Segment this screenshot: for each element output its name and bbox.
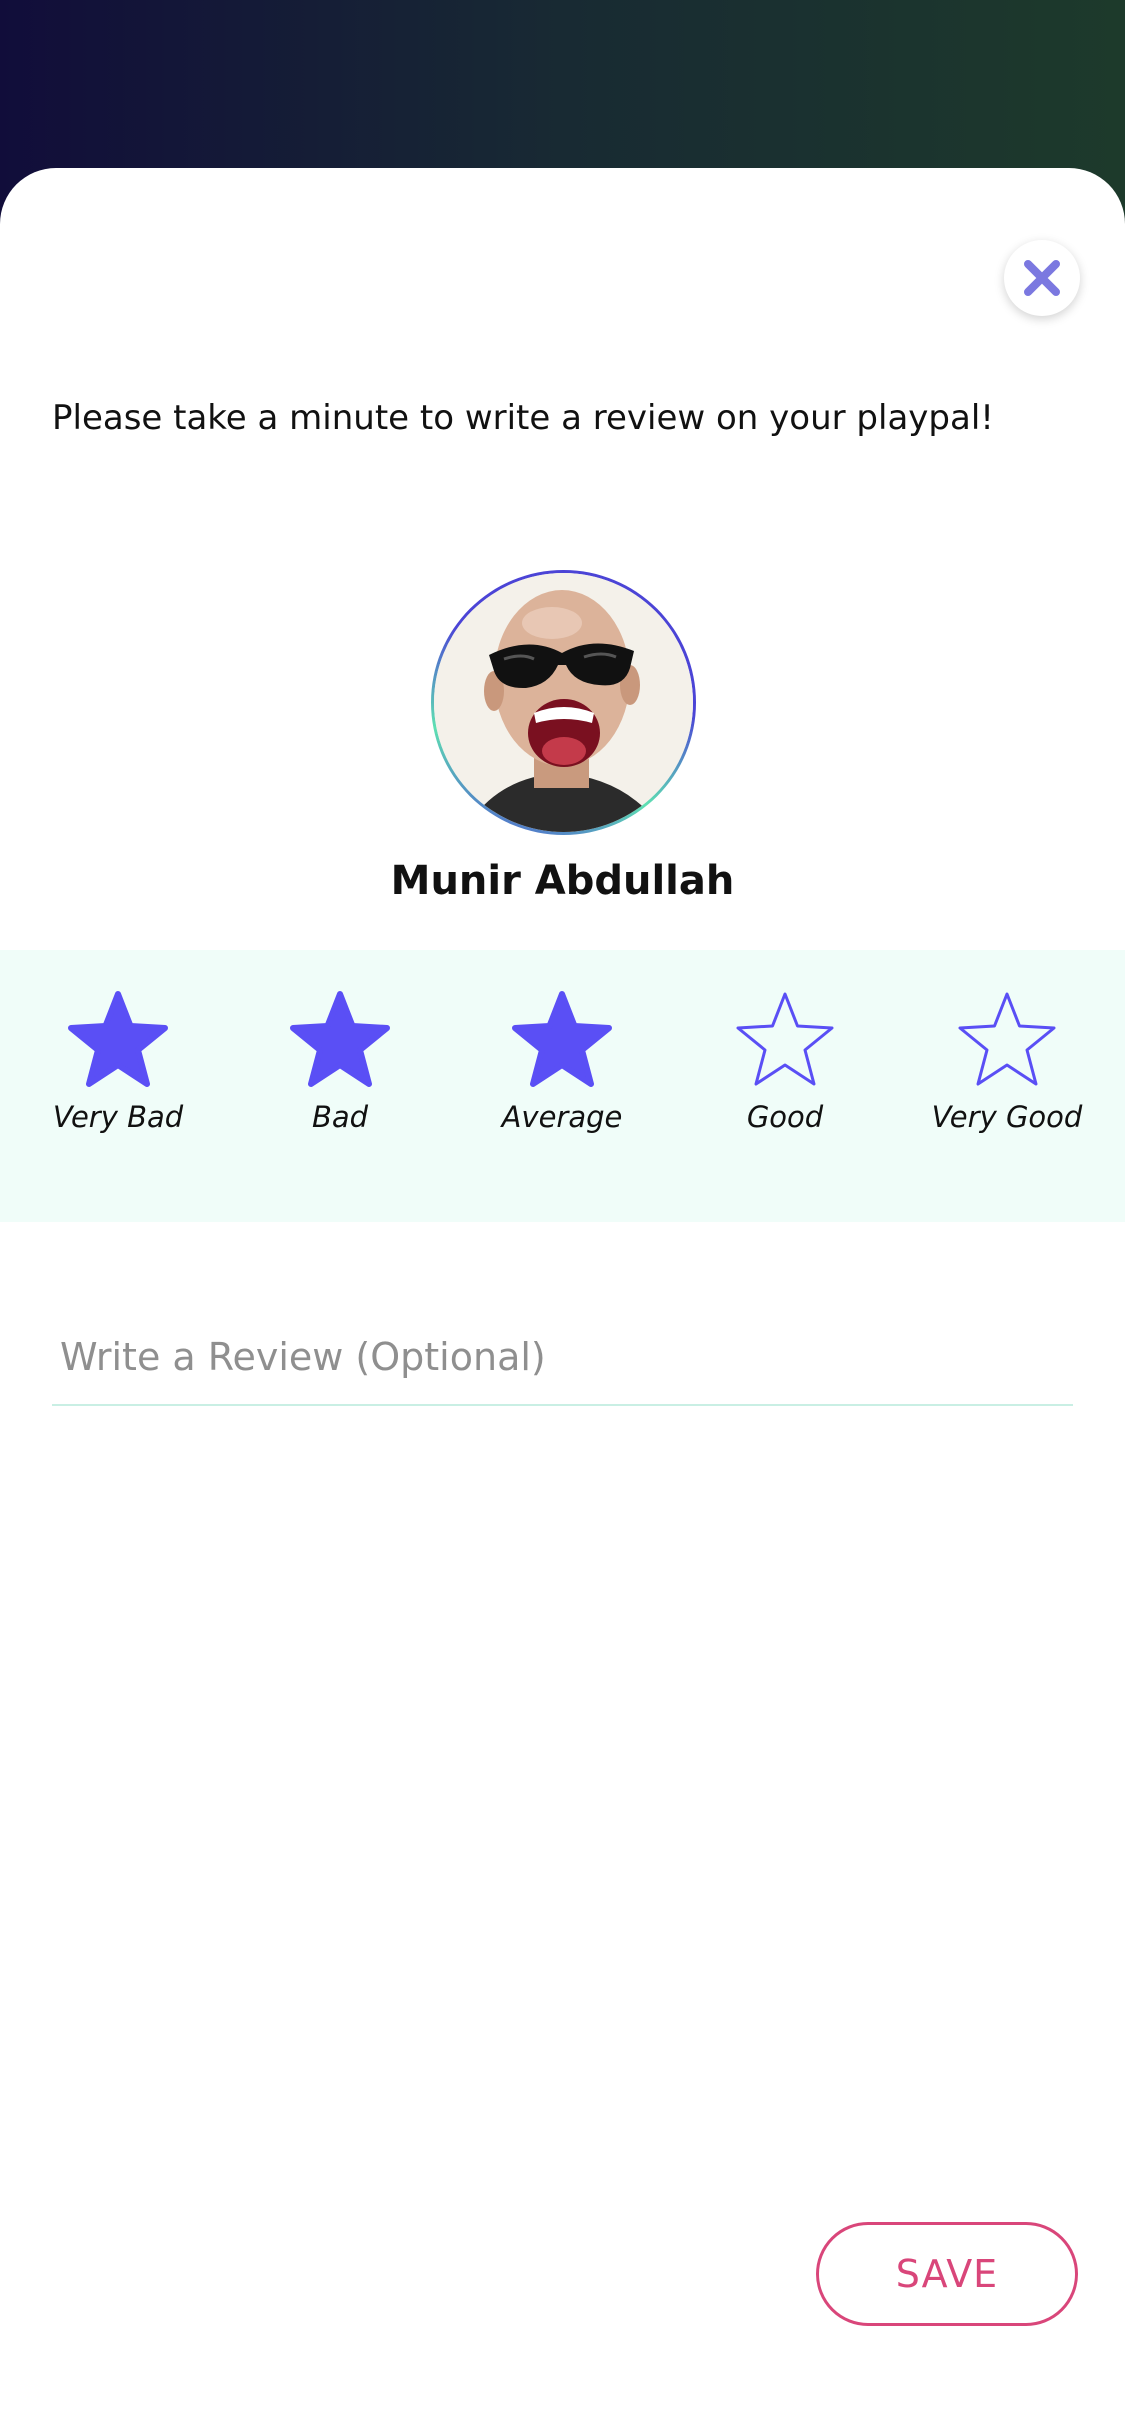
rating-option-very-bad[interactable]: Very Bad <box>18 990 218 1134</box>
star-filled-icon <box>512 991 612 1087</box>
star-outline-icon <box>958 992 1056 1086</box>
rating-option-bad[interactable]: Bad <box>240 990 440 1134</box>
rating-label: Good <box>746 1100 824 1134</box>
review-input[interactable] <box>52 1310 1073 1406</box>
close-button[interactable] <box>1004 240 1080 316</box>
playpal-name: Munir Abdullah <box>390 858 735 904</box>
close-icon <box>1024 260 1060 296</box>
review-sheet <box>0 168 1125 2436</box>
star-filled-icon <box>68 991 168 1087</box>
avatar-photo-icon <box>434 573 693 832</box>
rating-label: Very Good <box>931 1100 1083 1134</box>
rating-option-average[interactable]: Average <box>462 990 662 1134</box>
rating-option-very-good[interactable]: Very Good <box>907 990 1107 1134</box>
rating-label: Very Bad <box>52 1100 184 1134</box>
star-filled-icon <box>290 991 390 1087</box>
review-prompt: Please take a minute to write a review o… <box>52 398 994 438</box>
save-button[interactable]: SAVE <box>816 2222 1078 2326</box>
star-outline-icon <box>736 992 834 1086</box>
rating-label: Bad <box>311 1100 369 1134</box>
rating-option-good[interactable]: Good <box>685 990 885 1134</box>
rating-selector: Very Bad Bad Average Good Very Good <box>0 950 1125 1222</box>
avatar <box>431 570 696 835</box>
rating-label: Average <box>501 1100 623 1134</box>
